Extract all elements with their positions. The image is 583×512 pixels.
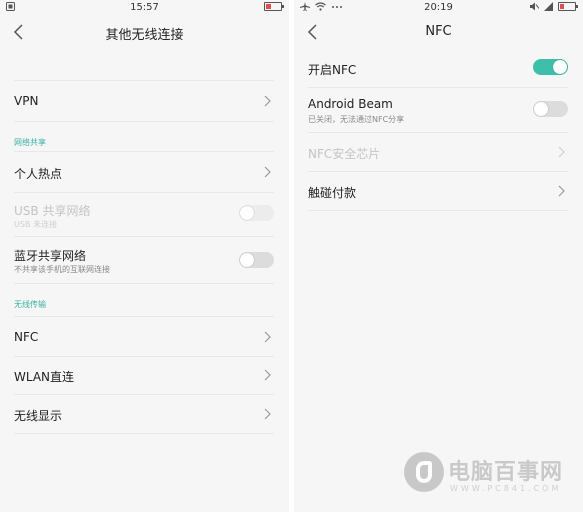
section-wireless: 无线传输: [14, 300, 46, 309]
usb-sharing-label: USB 共享网络: [14, 204, 91, 218]
chevron-right-icon: [264, 95, 271, 107]
nfc-secure-chip-row: NFC安全芯片: [308, 133, 568, 172]
section-network-sharing: 网络共享: [14, 138, 46, 147]
chevron-right-icon: [264, 369, 271, 381]
enable-nfc-row[interactable]: 开启NFC: [308, 49, 568, 88]
left-screen: 15:57 其他无线连接 VPN 网络共享 个人热点 USB 共享网络 USB …: [0, 0, 289, 512]
usb-sharing-row: USB 共享网络 USB 未连接: [14, 192, 274, 237]
bt-sharing-sub: 不共享该手机的互联网连接: [14, 265, 110, 274]
watermark-logo-icon: [404, 452, 444, 492]
watermark-url: WWW.PC841.COM: [450, 484, 562, 493]
battery-icon: [558, 2, 578, 11]
watermark: 电脑百事网 WWW.PC841.COM: [404, 452, 579, 502]
wireless-display-row[interactable]: 无线显示: [14, 395, 274, 434]
vpn-row[interactable]: VPN: [14, 80, 274, 122]
nfc-row[interactable]: NFC: [14, 316, 274, 357]
page-title: 其他无线连接: [105, 28, 184, 43]
chevron-right-icon: [558, 185, 565, 197]
title-bar: NFC: [294, 15, 583, 49]
mute-icon: [530, 2, 539, 11]
nfc-secure-chip-label: NFC安全芯片: [308, 147, 381, 161]
nfc-label: NFC: [14, 330, 39, 344]
chevron-right-icon: [264, 166, 271, 178]
title-bar: 其他无线连接: [0, 15, 289, 49]
android-beam-sub: 已关闭，无法通过NFC分享: [308, 115, 405, 124]
android-beam-row[interactable]: Android Beam 已关闭，无法通过NFC分享: [308, 88, 568, 133]
hotspot-row[interactable]: 个人热点: [14, 151, 274, 193]
bt-sharing-row[interactable]: 蓝牙共享网络 不共享该手机的互联网连接: [14, 237, 274, 284]
enable-nfc-toggle[interactable]: [533, 59, 568, 75]
chevron-right-icon: [264, 331, 271, 343]
tap-pay-row[interactable]: 触碰付款: [308, 172, 568, 211]
bt-sharing-toggle[interactable]: [239, 252, 274, 268]
usb-sharing-sub: USB 未连接: [14, 220, 57, 229]
android-beam-label: Android Beam: [308, 97, 393, 111]
usb-sharing-toggle: [239, 205, 274, 221]
vpn-label: VPN: [14, 94, 39, 108]
bt-sharing-label: 蓝牙共享网络: [14, 249, 87, 263]
chevron-right-icon: [264, 408, 271, 420]
tap-pay-label: 触碰付款: [308, 186, 357, 200]
enable-nfc-label: 开启NFC: [308, 63, 357, 77]
hotspot-label: 个人热点: [14, 167, 63, 181]
wireless-display-label: 无线显示: [14, 409, 63, 423]
page-title: NFC: [425, 24, 452, 39]
right-screen: 20:19 NFC 开启NFC Android Beam 已关闭，无法通过NFC…: [294, 0, 583, 512]
battery-icon: [264, 2, 284, 11]
status-bar: 15:57: [0, 0, 289, 15]
watermark-text: 电脑百事网: [448, 460, 564, 485]
status-bar: 20:19: [294, 0, 583, 15]
wlan-direct-label: WLAN直连: [14, 370, 75, 384]
android-beam-toggle[interactable]: [533, 101, 568, 117]
chevron-right-icon: [558, 146, 565, 158]
signal-icon: [544, 2, 553, 11]
wlan-direct-row[interactable]: WLAN直连: [14, 356, 274, 395]
status-time: 15:57: [130, 2, 159, 13]
